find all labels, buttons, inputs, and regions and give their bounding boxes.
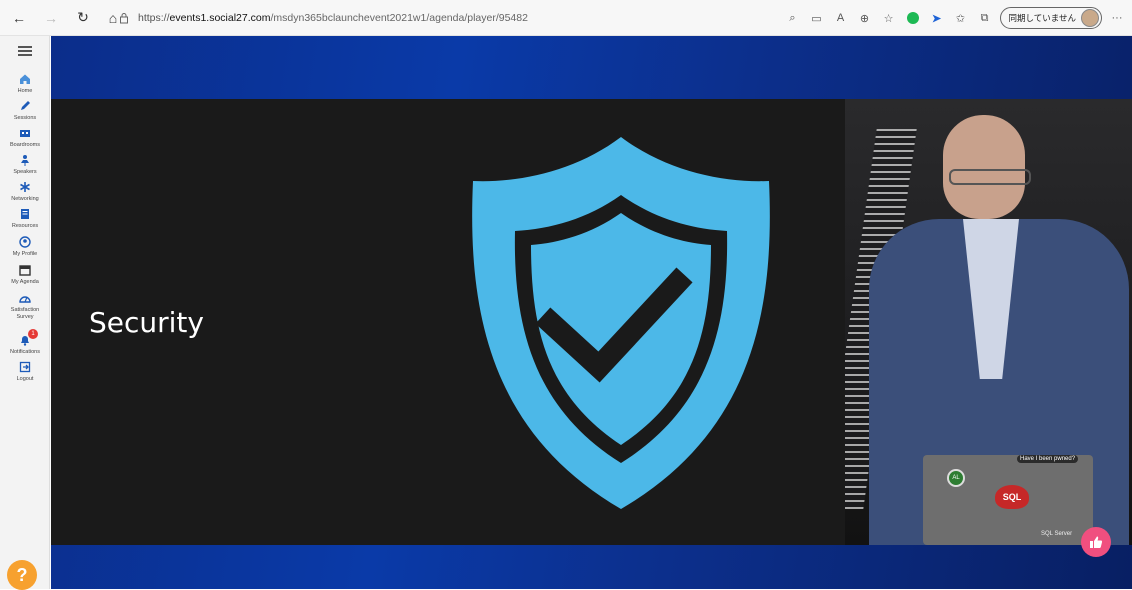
sidebar: Home Sessions Boardrooms Speakers Networ…: [0, 36, 50, 590]
notification-badge: 1: [28, 329, 38, 339]
sidebar-item-label: Home: [17, 88, 33, 94]
video-player[interactable]: Security AL Have I been pwned? SQL SQL S…: [51, 99, 1132, 545]
sidebar-item-my-agenda[interactable]: My Agenda: [0, 263, 50, 286]
browser-toolbar: ← → ↻ ⌂ https://events1.social27.com/msd…: [0, 0, 1132, 36]
extension-blue-icon[interactable]: ➤: [928, 9, 946, 27]
sync-status-label: 同期していません: [1008, 13, 1077, 23]
sidebar-item-label: Resources: [11, 223, 39, 229]
extension-green-icon[interactable]: [904, 9, 922, 27]
back-icon[interactable]: ←: [8, 7, 30, 29]
sidebar-item-label: Sessions: [13, 115, 37, 121]
lock-icon: [120, 13, 128, 24]
sidebar-item-my-profile[interactable]: My Profile: [0, 235, 50, 258]
refresh-icon[interactable]: ↻: [72, 7, 94, 29]
collections-icon[interactable]: ⧉: [976, 9, 994, 27]
sidebar-item-notifications[interactable]: 1 Notifications: [0, 329, 50, 356]
laptop-sticker-green: AL: [947, 469, 965, 487]
sidebar-item-resources[interactable]: Resources: [0, 207, 50, 230]
pencil-icon: [18, 99, 32, 113]
laptop-sticker-sql: SQL: [995, 485, 1029, 509]
presenter-glasses: [949, 169, 1031, 185]
presenter-camera: AL Have I been pwned? SQL SQL Server: [845, 99, 1132, 545]
survey-icon: [18, 291, 32, 305]
speaker-icon: [18, 153, 32, 167]
url-host: events1.social27.com: [169, 12, 271, 24]
address-bar[interactable]: https://events1.social27.com/msdyn365bcl…: [118, 8, 798, 28]
laptop-sticker-pwned: Have I been pwned?: [1017, 455, 1079, 463]
zoom-icon[interactable]: ⊕: [856, 9, 874, 27]
like-button[interactable]: [1081, 527, 1111, 557]
sidebar-item-satisfaction-survey[interactable]: Satisfaction Survey: [0, 291, 50, 321]
profile-icon: [18, 235, 32, 249]
favorites-icon[interactable]: ✩: [952, 9, 970, 27]
sidebar-item-label: Satisfaction Survey: [10, 307, 40, 320]
url-prefix: https://: [138, 12, 170, 24]
slide-title: Security: [89, 306, 204, 339]
networking-icon: [18, 180, 32, 194]
reader-view-icon[interactable]: ▭: [808, 9, 826, 27]
sidebar-item-logout[interactable]: Logout: [0, 360, 50, 383]
presenter-head: [943, 115, 1025, 219]
sidebar-item-boardrooms[interactable]: Boardrooms: [0, 126, 50, 149]
sidebar-item-home[interactable]: Home: [0, 72, 50, 95]
laptop-sticker-sql-server: SQL Server: [1041, 531, 1073, 537]
sidebar-item-label: Speakers: [13, 169, 37, 175]
favorite-add-icon[interactable]: ☆: [880, 9, 898, 27]
sidebar-item-label: Boardrooms: [10, 142, 40, 148]
hamburger-menu-icon[interactable]: [18, 46, 32, 56]
sidebar-item-sessions[interactable]: Sessions: [0, 99, 50, 122]
help-button[interactable]: ?: [7, 560, 37, 590]
search-icon[interactable]: ⌕: [784, 9, 802, 27]
sidebar-item-label: My Profile: [12, 251, 38, 257]
video-stage: Security AL Have I been pwned? SQL SQL S…: [51, 36, 1132, 589]
resources-icon: [18, 207, 32, 221]
thumbs-up-icon: [1090, 536, 1103, 548]
url-path: /msdyn365bclaunchevent2021w1/agenda/play…: [270, 12, 528, 24]
sidebar-item-speakers[interactable]: Speakers: [0, 153, 50, 176]
sidebar-item-label: Networking: [11, 196, 39, 202]
sidebar-item-label: Notifications: [10, 349, 40, 355]
sidebar-item-networking[interactable]: Networking: [0, 180, 50, 203]
toolbar-right: ⌕ ▭ A ⊕ ☆ ➤ ✩ ⧉ 同期していません ···: [784, 6, 1127, 30]
boardroom-icon: [18, 126, 32, 140]
calendar-icon: [18, 263, 32, 277]
shield-check-icon: [472, 137, 770, 509]
logout-icon: [18, 360, 32, 374]
avatar: [1081, 9, 1099, 27]
profile-sync-button[interactable]: 同期していません: [999, 7, 1102, 29]
sidebar-item-label: Logout: [16, 376, 34, 382]
sidebar-item-label: My Agenda: [11, 279, 39, 285]
home-icon: [18, 72, 32, 86]
more-menu-button[interactable]: ···: [1108, 9, 1126, 27]
forward-icon[interactable]: →: [40, 7, 62, 29]
read-aloud-icon[interactable]: A: [832, 9, 850, 27]
